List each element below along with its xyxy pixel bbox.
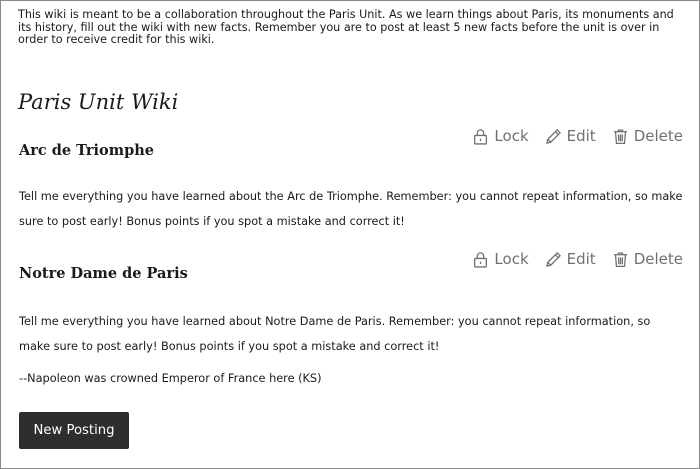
pencil-icon (545, 128, 561, 144)
edit-label: Edit (566, 127, 596, 145)
entry-body-notre-dame: Tell me everything you have learned abou… (19, 315, 651, 353)
entry-title-arc: Arc de Triomphe (19, 142, 154, 159)
trash-icon (613, 251, 627, 267)
pencil-icon (545, 251, 561, 267)
delete-button-notre-dame[interactable]: Delete (612, 250, 683, 268)
entry-body-arc: Tell me everything you have learned abou… (19, 190, 683, 228)
lock-label: Lock (494, 127, 529, 145)
lock-icon (474, 251, 488, 268)
trash-icon (613, 128, 627, 144)
lock-icon (474, 128, 488, 145)
wiki-panel: This wiki is meant to be a collaboration… (0, 0, 700, 469)
edit-button-notre-dame[interactable]: Edit (545, 250, 596, 268)
delete-label: Delete (633, 127, 683, 145)
page-title: Paris Unit Wiki (18, 90, 179, 114)
entry-actions-arc: Lock Edit Delete (456, 127, 683, 145)
lock-button-arc[interactable]: Lock (472, 127, 529, 145)
edit-button-arc[interactable]: Edit (545, 127, 596, 145)
new-posting-button[interactable]: New Posting (19, 412, 129, 449)
lock-button-notre-dame[interactable]: Lock (472, 250, 529, 268)
delete-label: Delete (633, 250, 683, 268)
entry-title-notre-dame: Notre Dame de Paris (19, 265, 188, 282)
delete-button-arc[interactable]: Delete (612, 127, 683, 145)
entry-actions-notre-dame: Lock Edit Delete (456, 250, 683, 268)
lock-label: Lock (494, 250, 529, 268)
entry-note-napoleon: --Napoleon was crowned Emperor of France… (19, 372, 322, 385)
edit-label: Edit (566, 250, 596, 268)
intro-text: This wiki is meant to be a collaboration… (18, 8, 674, 46)
